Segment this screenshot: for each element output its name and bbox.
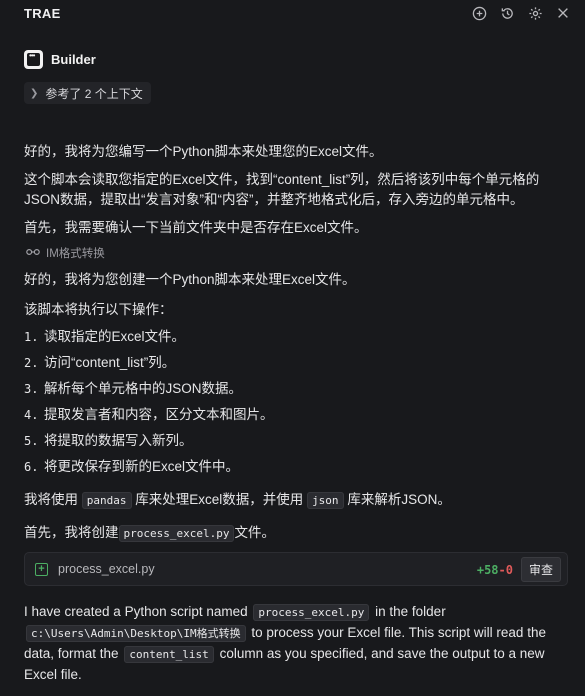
list-text: 解析每个单元格中的JSON数据。 (44, 381, 243, 396)
lines-added: +58 (476, 562, 499, 577)
text-span: in the folder (375, 604, 446, 619)
text-span: 首先，我将创建 (24, 525, 119, 540)
app-title: TRAE (24, 5, 61, 21)
new-chat-icon[interactable] (471, 5, 487, 21)
inline-code: json (307, 492, 344, 509)
text-span: 我将使用 (24, 492, 78, 507)
file-added-icon: + (35, 562, 48, 576)
close-icon[interactable] (555, 5, 571, 21)
inline-code: c:\Users\Admin\Desktop\IM格式转换 (26, 625, 246, 642)
settings-icon[interactable] (527, 5, 543, 21)
list-item: 1. 读取指定的Excel文件。 (24, 324, 564, 350)
message-paragraph: 该脚本将执行以下操作： (24, 302, 173, 317)
inline-code: content_list (124, 646, 214, 663)
tool-call-indicator[interactable]: IM格式转换 (26, 245, 564, 261)
final-message: I have created a Python script named pro… (24, 602, 564, 685)
list-number: 5. (24, 434, 39, 448)
list-number: 6. (24, 460, 39, 474)
list-text: 提取发言者和内容，区分文本和图片。 (44, 407, 274, 422)
text-span: 库来处理Excel数据，并使用 (135, 492, 304, 507)
text-span: I have created a Python script named (24, 604, 248, 619)
chevron-right-icon: ❯ (30, 87, 39, 99)
text-span: 文件。 (234, 525, 275, 540)
list-text: 将更改保存到新的Excel文件中。 (44, 459, 240, 474)
inline-code: process_excel.py (253, 604, 370, 621)
list-item: 5. 将提取的数据写入新列。 (24, 428, 564, 454)
list-item: 4. 提取发言者和内容，区分文本和图片。 (24, 402, 564, 428)
builder-icon (24, 50, 43, 69)
list-number: 3. (24, 382, 39, 396)
agent-header: Builder (24, 50, 96, 69)
file-actions: +58-0 审查 (477, 556, 561, 582)
list-text: 访问“content_list”列。 (44, 355, 176, 370)
steps-list: 1. 读取指定的Excel文件。 2. 访问“content_list”列。 3. 解… (24, 324, 564, 480)
inline-code: process_excel.py (118, 525, 235, 542)
list-number: 1. (24, 330, 39, 344)
agent-name: Builder (51, 52, 96, 67)
list-item: 6. 将更改保存到新的Excel文件中。 (24, 454, 564, 480)
glasses-icon (26, 247, 40, 259)
message-paragraph: 首先，我将创建 process_excel.py 文件。 (24, 523, 564, 544)
message-paragraph: 首先，我需要确认一下当前文件夹中是否存在Excel文件。 (24, 220, 368, 235)
review-button[interactable]: 审查 (520, 556, 561, 582)
tool-call-label: IM格式转换 (46, 248, 105, 260)
top-bar: TRAE (0, 0, 585, 26)
lines-removed: -0 (498, 562, 513, 577)
list-item: 3. 解析每个单元格中的JSON数据。 (24, 376, 564, 402)
list-text: 将提取的数据写入新列。 (44, 433, 193, 448)
message-paragraph: 好的，我将为您编写一个Python脚本来处理您的Excel文件。 (24, 144, 383, 159)
context-chip-label: 参考了 2 个上下文 (45, 86, 143, 101)
text-span: 库来解析JSON。 (347, 492, 451, 507)
message-paragraph: 这个脚本会读取您指定的Excel文件，找到“content_list”列，然后将… (24, 172, 540, 207)
list-item: 2. 访问“content_list”列。 (24, 350, 564, 376)
inline-code: pandas (81, 492, 132, 509)
file-name[interactable]: process_excel.py (58, 562, 155, 576)
diff-stats: +58-0 (477, 562, 513, 577)
file-info: + process_excel.py (35, 562, 155, 576)
message-paragraph: 我将使用 pandas 库来处理Excel数据，并使用 json 库来解析JSO… (24, 490, 564, 511)
context-reference-chip[interactable]: ❯ 参考了 2 个上下文 (24, 82, 151, 104)
list-number: 2. (24, 356, 39, 370)
top-bar-actions (471, 5, 571, 21)
message-body: 好的，我将为您编写一个Python脚本来处理您的Excel文件。 这个脚本会读取… (24, 142, 568, 685)
file-change-card[interactable]: + process_excel.py +58-0 审查 (24, 552, 568, 586)
list-text: 读取指定的Excel文件。 (44, 329, 186, 344)
history-icon[interactable] (499, 5, 515, 21)
list-number: 4. (24, 408, 39, 422)
message-paragraph: 好的，我将为您创建一个Python脚本来处理Excel文件。 (24, 272, 356, 287)
